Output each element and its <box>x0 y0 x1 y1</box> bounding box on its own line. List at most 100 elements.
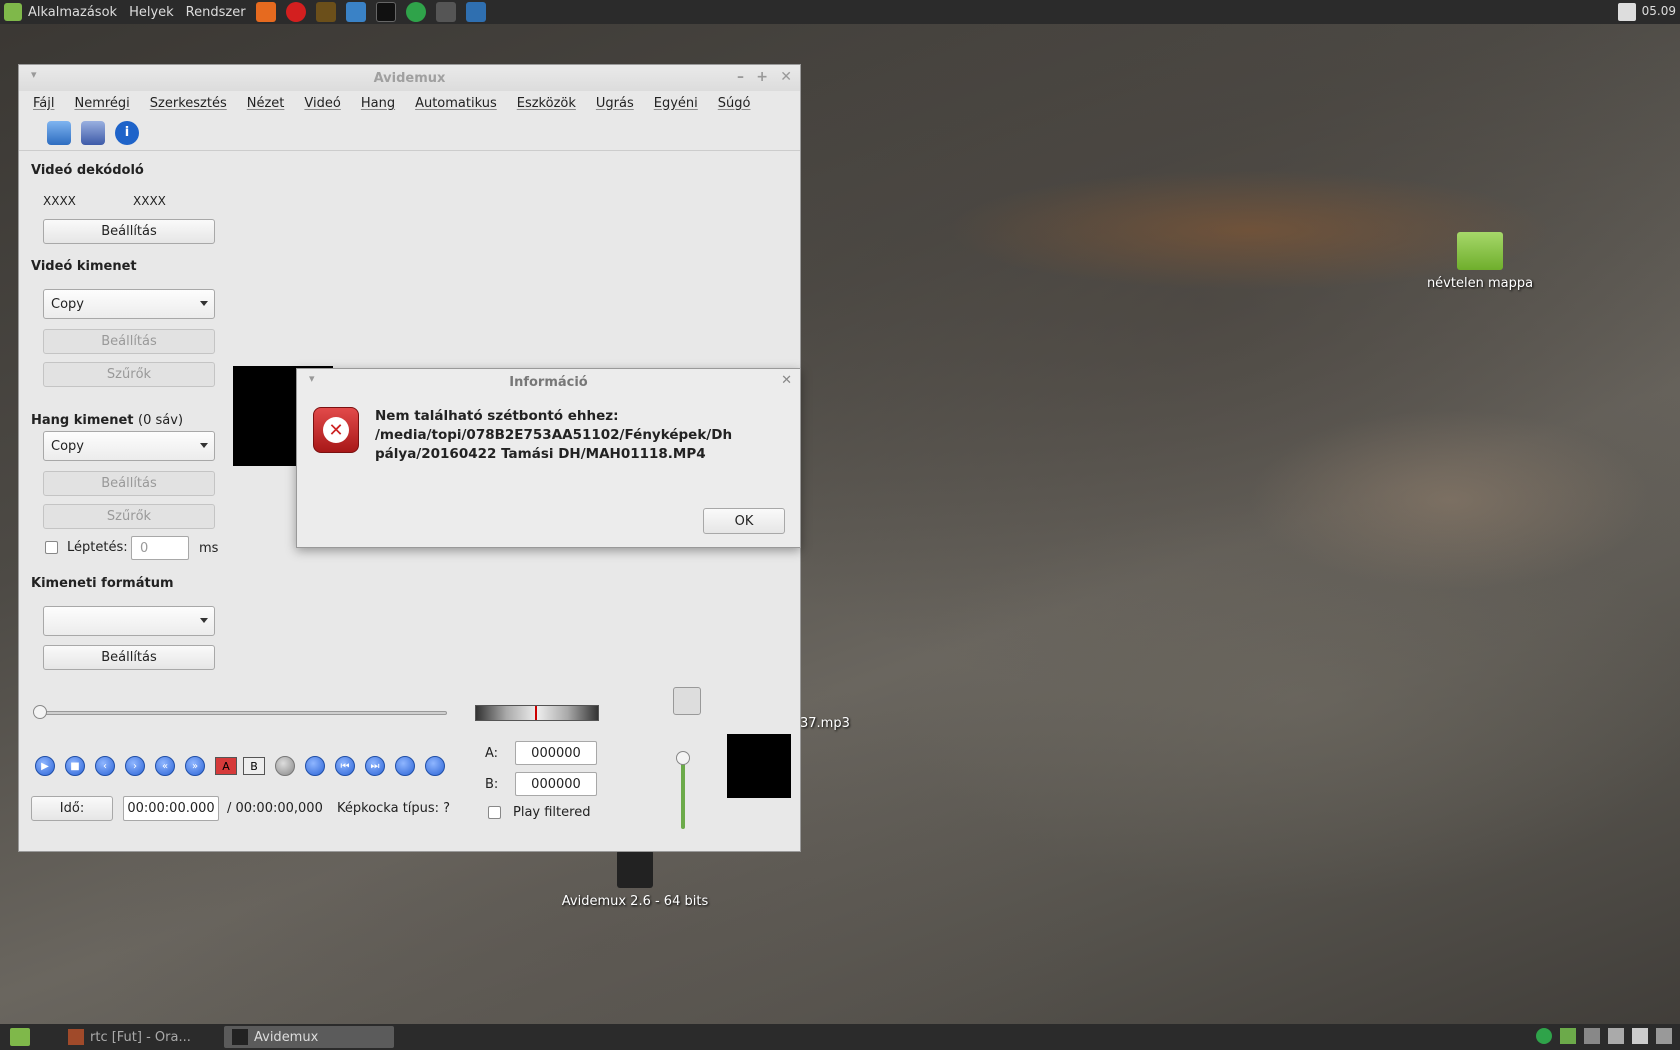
audio-track-count: (0 sáv) <box>138 413 184 428</box>
video-codec-select[interactable]: Copy <box>43 289 215 319</box>
folder-label: névtelen mappa <box>1426 276 1534 291</box>
dialog-title: Információ <box>509 374 588 390</box>
video-player-icon[interactable] <box>465 2 486 22</box>
menu-help[interactable]: Súgó <box>718 96 751 111</box>
audio-codec-select[interactable]: Copy <box>43 431 215 461</box>
desktop-avidemux[interactable]: Avidemux 2.6 - 64 bits <box>560 850 710 909</box>
menu-custom[interactable]: Egyéni <box>654 96 698 111</box>
volume-handle[interactable] <box>676 751 690 765</box>
clapper-icon <box>617 850 653 888</box>
minimize-icon[interactable]: – <box>737 69 744 85</box>
menubar: Fájl Nemrégi Szerkesztés Nézet Videó Han… <box>19 91 800 115</box>
next-frame-icon[interactable]: › <box>125 756 145 776</box>
open-icon[interactable] <box>47 120 71 145</box>
video-decoder-heading: Videó dekódoló <box>31 163 144 178</box>
chevron-down-icon <box>200 443 208 448</box>
ok-button[interactable]: OK <box>703 508 785 534</box>
task2-label: Avidemux <box>254 1029 319 1045</box>
terminal-icon[interactable] <box>375 2 396 22</box>
menu-places[interactable]: Helyek <box>129 5 174 20</box>
desktop-folder[interactable]: névtelen mappa <box>1420 232 1540 291</box>
volume-icon[interactable] <box>1632 1028 1648 1044</box>
clock[interactable]: 05.09 <box>1642 4 1676 18</box>
taskbar-item-rtc[interactable]: rtc [Fut] - Ora... <box>60 1026 220 1048</box>
menu-audio[interactable]: Hang <box>361 96 395 111</box>
utorrent-tray-icon[interactable] <box>1536 1028 1552 1044</box>
menu-go[interactable]: Ugrás <box>596 96 634 111</box>
seek-handle[interactable] <box>33 705 47 719</box>
format-settings-button[interactable]: Beállítás <box>43 645 215 670</box>
desktop-mp3-label[interactable]: 37.mp3 <box>800 716 850 731</box>
output-format-select[interactable] <box>43 606 215 636</box>
menu-edit[interactable]: Szerkesztés <box>150 96 227 111</box>
menu-view[interactable]: Nézet <box>247 96 285 111</box>
system-monitor-icon[interactable] <box>315 2 336 22</box>
output-format-heading: Kimeneti formátum <box>31 576 174 591</box>
battery-icon[interactable] <box>1656 1028 1672 1044</box>
window-menu-icon[interactable]: ▾ <box>31 68 37 81</box>
seek-slider[interactable] <box>37 711 447 715</box>
dialog-close-icon[interactable]: ✕ <box>781 373 792 388</box>
go-start-icon[interactable]: ⏮ <box>335 756 355 776</box>
play-icon[interactable]: ▶ <box>35 756 55 776</box>
play-filtered-checkbox[interactable] <box>488 806 501 819</box>
opera-icon[interactable] <box>285 2 306 22</box>
firefox-icon[interactable] <box>255 2 276 22</box>
shift-checkbox[interactable] <box>45 541 58 554</box>
audio-output-title: Hang kimenet <box>31 413 134 428</box>
speaker-icon[interactable] <box>673 687 701 715</box>
stop-icon[interactable]: ■ <box>65 756 85 776</box>
video-filters-button: Szűrők <box>43 362 215 387</box>
shift-input[interactable]: 0 <box>131 536 189 560</box>
menu-recent[interactable]: Nemrégi <box>74 96 129 111</box>
tool-icon[interactable] <box>1584 1028 1600 1044</box>
time-input[interactable]: 00:00:00.000 <box>123 796 219 821</box>
show-desktop-icon[interactable] <box>10 1028 30 1046</box>
marker-b-value[interactable]: 000000 <box>515 772 597 796</box>
window-title: Avidemux <box>373 70 446 86</box>
marker-b-icon[interactable]: B <box>243 757 265 775</box>
menu-system[interactable]: Rendszer <box>186 5 246 20</box>
info-dialog: ▾ Információ ✕ ✕ Nem található szétbontó… <box>296 368 801 548</box>
network-icon[interactable] <box>1618 3 1636 21</box>
marker-a-value[interactable]: 000000 <box>515 741 597 765</box>
window-titlebar[interactable]: ▾ Avidemux – + ✕ <box>19 65 800 91</box>
jog-shuttle[interactable] <box>475 705 599 721</box>
clapper-icon <box>232 1029 248 1045</box>
go-marker-a-icon[interactable] <box>395 756 415 776</box>
maximize-icon[interactable]: + <box>756 69 768 85</box>
time-button[interactable]: Idő: <box>31 796 113 821</box>
go-end-icon[interactable]: ⏭ <box>365 756 385 776</box>
menu-file[interactable]: Fájl <box>33 96 54 111</box>
dialog-menu-icon[interactable]: ▾ <box>309 372 315 385</box>
taskbar-item-avidemux[interactable]: Avidemux <box>224 1026 394 1048</box>
shield-icon[interactable] <box>1560 1028 1576 1044</box>
go-marker-b-icon[interactable] <box>425 756 445 776</box>
utorrent-icon[interactable] <box>405 2 426 22</box>
video-output-heading: Videó kimenet <box>31 259 137 274</box>
steam-icon[interactable] <box>435 2 456 22</box>
next-black-icon[interactable] <box>305 756 325 776</box>
menu-video[interactable]: Videó <box>304 96 340 111</box>
dialog-message: Nem található szétbontó ehhez: /media/to… <box>375 407 785 464</box>
error-x-icon: ✕ <box>323 417 349 443</box>
menu-tools[interactable]: Eszközök <box>517 96 576 111</box>
close-icon[interactable]: ✕ <box>780 69 792 85</box>
play-filtered-label: Play filtered <box>513 805 591 820</box>
marker-a-icon[interactable]: A <box>215 757 237 775</box>
message-line-3: pálya/20160422 Tamási DH/MAH01118.MP4 <box>375 446 706 462</box>
prev-frame-icon[interactable]: ‹ <box>95 756 115 776</box>
pen-icon[interactable] <box>1608 1028 1624 1044</box>
prev-keyframe-icon[interactable]: « <box>155 756 175 776</box>
info-icon[interactable]: i <box>115 120 139 145</box>
prev-black-icon[interactable] <box>275 756 295 776</box>
volume-slider[interactable] <box>681 757 685 829</box>
mint-menu-icon[interactable] <box>4 3 22 21</box>
next-keyframe-icon[interactable]: » <box>185 756 205 776</box>
dialog-titlebar[interactable]: ▾ Információ ✕ <box>297 369 800 395</box>
menu-applications[interactable]: Alkalmazások <box>28 5 117 20</box>
writer-icon[interactable] <box>345 2 366 22</box>
save-icon[interactable] <box>81 120 105 145</box>
decoder-settings-button[interactable]: Beállítás <box>43 219 215 244</box>
menu-auto[interactable]: Automatikus <box>415 96 497 111</box>
